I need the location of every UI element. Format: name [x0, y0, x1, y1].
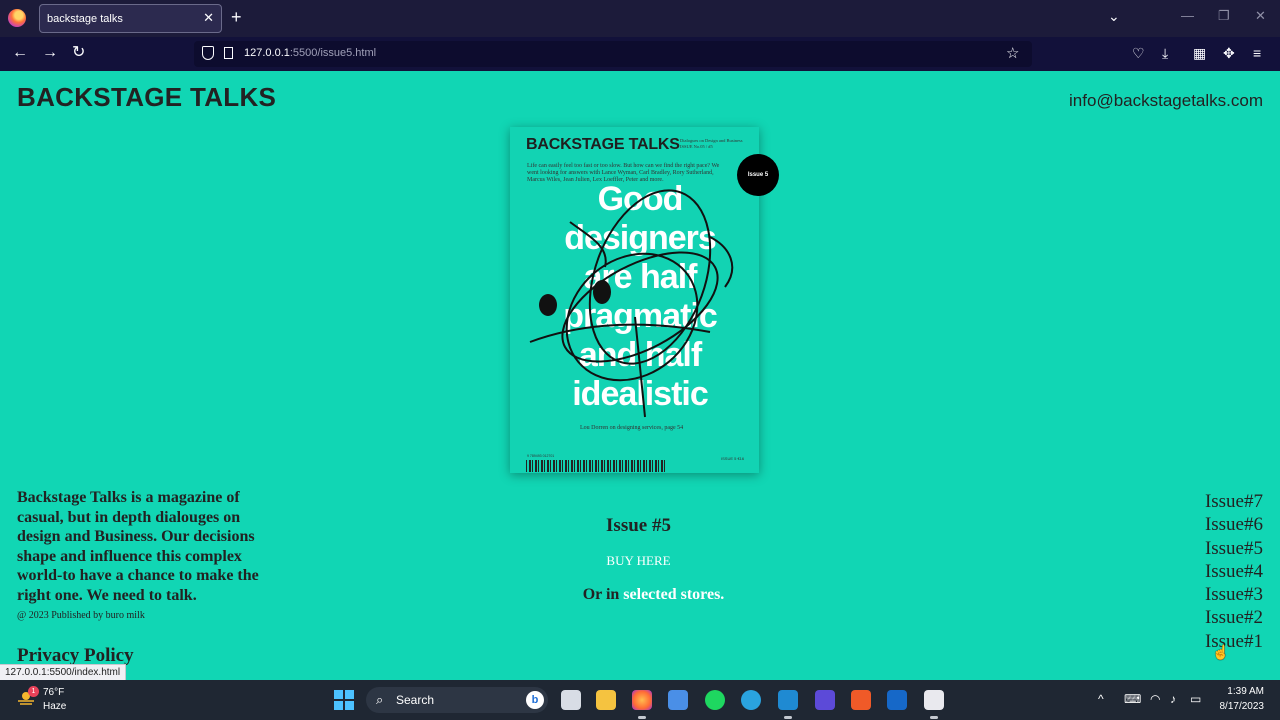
page-info-icon[interactable]	[224, 47, 233, 59]
stores-prefix: Or in	[582, 586, 620, 603]
tab-title: backstage talks	[47, 13, 123, 25]
telegram-icon[interactable]	[741, 690, 761, 710]
barcode	[526, 460, 666, 472]
forward-icon[interactable]: →	[42, 44, 58, 62]
app-icon[interactable]	[815, 690, 835, 710]
downloads-icon[interactable]: ⤓	[1162, 45, 1168, 61]
snipping-tool-icon[interactable]	[924, 690, 944, 710]
about-text: Backstage Talks is a magazine of casual,…	[17, 489, 259, 604]
cover-footer-text: ISSUE 5 €16	[721, 456, 745, 461]
scribble-drawing	[529, 189, 734, 418]
weather-description[interactable]: Haze	[43, 701, 66, 712]
tab-list-chevron-icon[interactable]: ⌄	[1108, 8, 1120, 25]
clock-date[interactable]: 8/17/2023	[1220, 701, 1265, 712]
pocket-icon[interactable]: ♡	[1132, 45, 1145, 61]
stores-line: Or in selected stores.	[540, 586, 767, 604]
url-text[interactable]: 127.0.0.1:5500/issue5.html	[244, 47, 376, 59]
clock-time[interactable]: 1:39 AM	[1227, 686, 1264, 697]
bing-icon[interactable]: b	[526, 691, 544, 709]
restore-icon[interactable]: ❐	[1218, 8, 1230, 24]
web-page: BACKSTAGE TALKS info@backstagetalks.com …	[0, 71, 1280, 680]
hand-cursor-icon: ☝	[1212, 644, 1230, 660]
close-window-icon[interactable]: ✕	[1255, 8, 1266, 24]
issue-link-7[interactable]: Issue#7	[1205, 490, 1263, 513]
windows-taskbar: 1 76°F Haze ⌕ Search b ^ ⌨ ◠ ♪ ▭ 1:39 AM…	[0, 680, 1280, 720]
minimize-icon[interactable]: —	[1181, 8, 1194, 23]
tab-close-icon[interactable]: ✕	[203, 10, 214, 26]
cover-caption: Lou Dorren on designing services, page 5…	[580, 425, 684, 431]
spotify-icon[interactable]	[705, 690, 725, 710]
keyboard-icon[interactable]: ⌨	[1124, 692, 1141, 706]
url-host: 127.0.0.1	[244, 47, 290, 59]
issues-nav: Issue#7 Issue#6 Issue#5 Issue#4 Issue#3 …	[1205, 490, 1263, 653]
windows-start-icon[interactable]	[334, 690, 354, 710]
back-icon[interactable]: ←	[12, 44, 28, 62]
browser-nav-bar: ← → ↻ 127.0.0.1:5500/issue5.html ☆ ♡ ⤓ ▦…	[0, 37, 1280, 71]
extensions-puzzle-icon[interactable]: ✥	[1223, 45, 1235, 61]
weather-badge: 1	[28, 686, 39, 697]
file-explorer-icon[interactable]	[596, 690, 616, 710]
weather-temperature[interactable]: 76°F	[43, 687, 64, 698]
vscode-running-indicator	[784, 716, 792, 719]
issue-link-3[interactable]: Issue#3	[1205, 583, 1263, 606]
volume-icon[interactable]: ♪	[1170, 692, 1176, 706]
taskbar-search[interactable]: ⌕ Search b	[366, 687, 548, 713]
reload-icon[interactable]: ↻	[72, 44, 85, 62]
issue-link-2[interactable]: Issue#2	[1205, 606, 1263, 629]
new-tab-icon[interactable]: +	[231, 7, 242, 27]
battery-icon[interactable]: ▭	[1190, 692, 1201, 706]
mail-icon[interactable]	[668, 690, 688, 710]
address-bar[interactable]: 127.0.0.1:5500/issue5.html ☆	[194, 41, 1032, 67]
issue-badge: Issue 5	[737, 154, 779, 196]
task-view-icon[interactable]	[561, 690, 581, 710]
url-path: :5500/issue5.html	[289, 47, 377, 59]
bookmark-star-icon[interactable]: ☆	[1006, 44, 1019, 62]
firefox-icon[interactable]	[8, 9, 26, 27]
vscode-icon[interactable]	[778, 690, 798, 710]
browser-tab[interactable]: backstage talks ✕	[39, 4, 222, 33]
brave-icon[interactable]	[851, 690, 871, 710]
tracking-shield-icon[interactable]	[202, 46, 214, 60]
search-icon: ⌕	[376, 692, 384, 707]
menu-icon[interactable]: ≡	[1253, 45, 1261, 61]
email-link[interactable]: info@backstagetalks.com	[1069, 91, 1263, 111]
firefox-taskbar-icon[interactable]	[632, 690, 652, 710]
wifi-icon[interactable]: ◠	[1150, 692, 1160, 706]
buy-here-link[interactable]: BUY HERE	[540, 553, 737, 569]
issue-link-6[interactable]: Issue#6	[1205, 513, 1263, 536]
firefox-running-indicator	[638, 716, 646, 719]
magazine-cover: BACKSTAGE TALKS Dialogues on Design and …	[510, 127, 759, 473]
issue-link-5[interactable]: Issue#5	[1205, 537, 1263, 560]
cover-isbn: 9 789493 012701	[527, 454, 555, 458]
search-label: Search	[396, 693, 435, 707]
tray-chevron-icon[interactable]: ^	[1098, 692, 1104, 706]
extension-icon[interactable]: ▦	[1193, 45, 1206, 61]
browser-tab-bar: backstage talks ✕ + ⌄ — ❐ ✕	[0, 0, 1280, 37]
outlook-icon[interactable]	[887, 690, 907, 710]
issue-link-4[interactable]: Issue#4	[1205, 560, 1263, 583]
published-note: @ 2023 Published by buro milk	[17, 610, 145, 621]
snipping-running-indicator	[930, 716, 938, 719]
issue-heading: Issue #5	[606, 515, 671, 536]
site-title[interactable]: BACKSTAGE TALKS	[17, 82, 276, 113]
selected-stores-link[interactable]: selected stores.	[623, 586, 724, 603]
